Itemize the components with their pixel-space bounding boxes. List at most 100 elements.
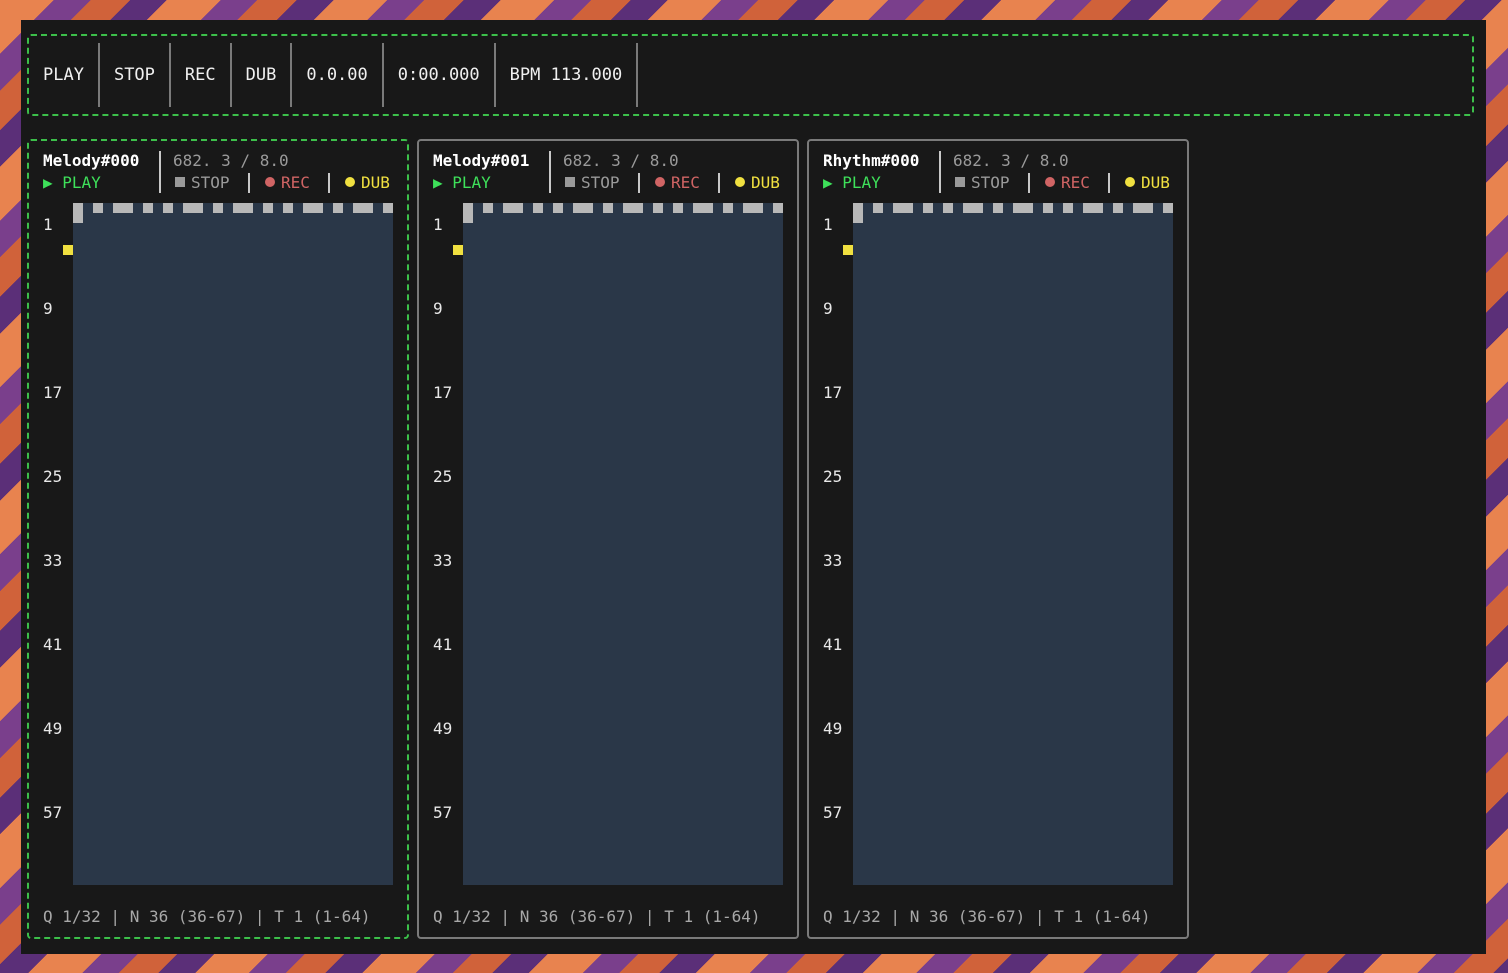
track-rec-button[interactable]: REC	[655, 173, 700, 192]
edit-cursor	[453, 245, 463, 255]
track-dub-label: DUB	[751, 173, 780, 192]
ruler-tick	[73, 203, 83, 213]
row-label: 49	[823, 719, 843, 738]
ruler-tick	[893, 203, 913, 213]
track-play-button[interactable]: ▶ PLAY	[43, 173, 101, 192]
track-name: Melody#000	[43, 151, 140, 170]
row-label: 57	[823, 803, 843, 822]
ruler-tick	[623, 203, 643, 213]
ruler-tick	[1083, 203, 1103, 213]
loop-start-marker	[853, 213, 863, 223]
row-label: 25	[823, 467, 843, 486]
ruler-tick	[573, 203, 593, 213]
position-display: 0.0.00	[292, 43, 384, 107]
ruler-tick	[1113, 203, 1123, 213]
row-label: 1	[823, 215, 833, 234]
header-divider	[1028, 173, 1030, 193]
track-play-button[interactable]: ▶ PLAY	[433, 173, 491, 192]
row-label: 57	[433, 803, 453, 822]
header-divider	[939, 151, 941, 193]
track-stop-label: STOP	[191, 173, 230, 192]
ruler-tick	[693, 203, 713, 213]
piano-roll-grid[interactable]	[463, 203, 783, 885]
track-stop-button[interactable]: STOP	[955, 173, 1010, 192]
track-panel-melody-000[interactable]: Melody#000 ▶ PLAY 682. 3 / 8.0 STOP REC …	[27, 139, 409, 939]
ruler-tick	[353, 203, 373, 213]
track-stop-button[interactable]: STOP	[565, 173, 620, 192]
row-label: 25	[43, 467, 63, 486]
beat-ruler	[853, 203, 1173, 213]
track-rec-label: REC	[1061, 173, 1090, 192]
track-rec-button[interactable]: REC	[265, 173, 310, 192]
ruler-tick	[333, 203, 343, 213]
track-name: Rhythm#000	[823, 151, 920, 170]
track-dub-label: DUB	[1141, 173, 1170, 192]
row-label: 33	[823, 551, 843, 570]
ruler-tick	[723, 203, 733, 213]
row-label: 41	[823, 635, 843, 654]
track-stop-label: STOP	[581, 173, 620, 192]
ruler-tick	[303, 203, 323, 213]
ruler-tick	[553, 203, 563, 213]
dub-icon	[345, 177, 355, 187]
track-status-footer: Q 1/32 | N 36 (36-67) | T 1 (1-64)	[433, 907, 761, 926]
track-dub-button[interactable]: DUB	[345, 173, 390, 192]
ruler-tick	[503, 203, 523, 213]
ruler-tick	[993, 203, 1003, 213]
row-label: 33	[433, 551, 453, 570]
ruler-tick	[963, 203, 983, 213]
ruler-tick	[93, 203, 103, 213]
row-label: 1	[43, 215, 53, 234]
track-panel-rhythm-000[interactable]: Rhythm#000 ▶ PLAY 682. 3 / 8.0 STOP REC …	[807, 139, 1189, 939]
track-rec-button[interactable]: REC	[1045, 173, 1090, 192]
ruler-tick	[1043, 203, 1053, 213]
stop-icon	[175, 177, 185, 187]
ruler-tick	[183, 203, 203, 213]
piano-roll-grid[interactable]	[853, 203, 1173, 885]
ruler-tick	[743, 203, 763, 213]
row-label: 41	[433, 635, 453, 654]
piano-roll-grid[interactable]	[73, 203, 393, 885]
bpm-display[interactable]: BPM 113.000	[496, 43, 639, 107]
dub-button[interactable]: DUB	[232, 43, 293, 107]
track-position: 682. 3 / 8.0	[953, 151, 1069, 170]
row-label: 57	[43, 803, 63, 822]
beat-ruler	[463, 203, 783, 213]
ruler-tick	[263, 203, 273, 213]
ruler-tick	[383, 203, 393, 213]
ruler-tick	[113, 203, 133, 213]
rec-button[interactable]: REC	[171, 43, 232, 107]
row-label: 25	[433, 467, 453, 486]
row-label: 49	[433, 719, 453, 738]
stop-icon	[565, 177, 575, 187]
stop-button[interactable]: STOP	[100, 43, 171, 107]
track-panel-melody-001[interactable]: Melody#001 ▶ PLAY 682. 3 / 8.0 STOP REC …	[417, 139, 799, 939]
ruler-tick	[603, 203, 613, 213]
ruler-tick	[163, 203, 173, 213]
header-divider	[328, 173, 330, 193]
track-play-button[interactable]: ▶ PLAY	[823, 173, 881, 192]
track-rec-label: REC	[281, 173, 310, 192]
time-display: 0:00.000	[384, 43, 496, 107]
track-status-footer: Q 1/32 | N 36 (36-67) | T 1 (1-64)	[43, 907, 371, 926]
ruler-tick	[283, 203, 293, 213]
ruler-tick	[1133, 203, 1153, 213]
header-divider	[248, 173, 250, 193]
row-label: 17	[433, 383, 453, 402]
play-button[interactable]: PLAY	[29, 43, 100, 107]
track-dub-button[interactable]: DUB	[735, 173, 780, 192]
track-stop-button[interactable]: STOP	[175, 173, 230, 192]
transport-bar: PLAY STOP REC DUB 0.0.00 0:00.000 BPM 11…	[27, 34, 1474, 116]
edit-cursor	[843, 245, 853, 255]
ruler-tick	[873, 203, 883, 213]
row-label: 9	[823, 299, 833, 318]
row-label: 33	[43, 551, 63, 570]
track-name: Melody#001	[433, 151, 530, 170]
ruler-tick	[233, 203, 253, 213]
track-dub-button[interactable]: DUB	[1125, 173, 1170, 192]
ruler-tick	[1013, 203, 1033, 213]
row-label: 17	[43, 383, 63, 402]
track-dub-label: DUB	[361, 173, 390, 192]
record-icon	[655, 177, 665, 187]
ruler-tick	[213, 203, 223, 213]
